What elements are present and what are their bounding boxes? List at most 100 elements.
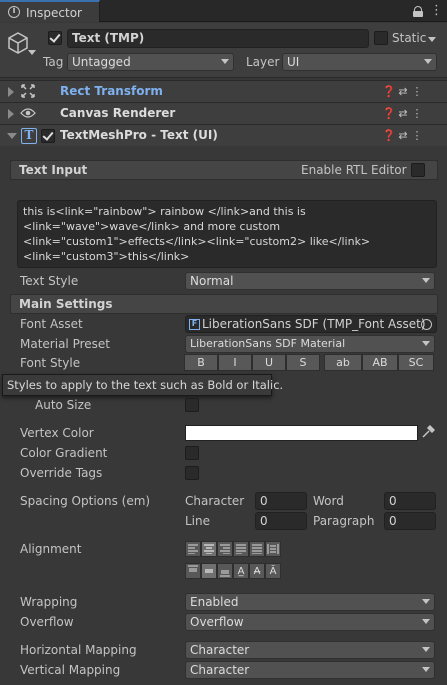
presets-icon[interactable]: ⇄: [396, 129, 410, 142]
uppercase-button[interactable]: AB: [362, 354, 398, 371]
font-asset-field[interactable]: F LiberationSans SDF (TMP_Font Asset): [185, 315, 437, 333]
align-flush-button[interactable]: [249, 541, 265, 557]
chevron-down-icon: [422, 341, 430, 346]
rect-transform-icon: [21, 84, 35, 98]
material-preset-value: LiberationSans SDF Material: [190, 337, 346, 350]
active-checkbox[interactable]: [48, 31, 62, 45]
tmp-icon: T: [21, 128, 37, 144]
rtl-label: Enable RTL Editor: [301, 163, 407, 177]
more-menu-icon[interactable]: ⋮: [430, 3, 443, 18]
canvas-renderer-title: Canvas Renderer: [60, 106, 176, 120]
align-middle-icon: [205, 569, 213, 573]
align-right-button[interactable]: [217, 541, 233, 557]
icon-dropdown-arrow[interactable]: [28, 50, 36, 55]
color-gradient-checkbox[interactable]: [185, 446, 199, 460]
horizontal-alignment-buttons: [185, 541, 281, 557]
tmp-title: TextMeshPro - Text (UI): [60, 128, 218, 142]
cube-icon: [8, 32, 28, 54]
tab-inspector[interactable]: i Inspector: [0, 0, 100, 22]
align-bottom-icon: [220, 570, 230, 577]
object-picker-icon[interactable]: [421, 319, 432, 330]
presets-icon[interactable]: ⇄: [396, 107, 410, 120]
material-preset-dropdown[interactable]: LiberationSans SDF Material: [185, 335, 435, 353]
eyedropper-icon[interactable]: [421, 425, 435, 439]
component-header-icons: ❓ ⇄ ⋮: [382, 84, 424, 98]
align-top-button[interactable]: [185, 563, 201, 579]
more-menu-icon[interactable]: ⋮: [410, 129, 424, 142]
component-header-icons: ❓ ⇄ ⋮: [382, 106, 424, 120]
override-tags-checkbox[interactable]: [185, 466, 199, 480]
align-bottom-button[interactable]: [217, 563, 233, 579]
static-dropdown-arrow[interactable]: [428, 37, 436, 42]
font-asset-label: Font Asset: [20, 317, 83, 331]
chevron-down-icon: [422, 599, 430, 604]
main-settings-section[interactable]: Main Settings: [10, 294, 438, 314]
tooltip: Styles to apply to the text such as Bold…: [2, 374, 283, 396]
layer-dropdown[interactable]: UI: [282, 53, 437, 71]
align-center-button[interactable]: [201, 541, 217, 557]
horizontal-mapping-label: Horizontal Mapping: [20, 643, 137, 657]
auto-size-label: Auto Size: [35, 398, 92, 412]
layer-value: UI: [287, 55, 300, 69]
line-spacing-input[interactable]: 0: [255, 512, 307, 530]
text-line: <link="custom3">this</link>: [23, 250, 190, 263]
align-middle-button[interactable]: [201, 563, 217, 579]
static-checkbox[interactable]: [374, 31, 388, 45]
material-preset-label: Material Preset: [20, 337, 110, 351]
wrapping-dropdown[interactable]: Enabled: [185, 593, 435, 611]
text-input-area[interactable]: this is<link="rainbow"> rainbow </link>a…: [17, 200, 437, 268]
text-style-value: Normal: [190, 274, 234, 288]
foldout-arrow[interactable]: [7, 133, 17, 139]
tmp-header[interactable]: T TextMeshPro - Text (UI) ❓ ⇄ ⋮: [0, 124, 447, 146]
underline-button[interactable]: U: [252, 354, 286, 371]
line-spacing-label: Line: [185, 514, 211, 528]
text-style-dropdown[interactable]: Normal: [185, 272, 435, 290]
align-midline-button[interactable]: A̶: [249, 563, 265, 579]
word-spacing-input[interactable]: 0: [384, 492, 436, 510]
vertical-mapping-dropdown[interactable]: Character: [185, 661, 435, 679]
rect-transform-header[interactable]: Rect Transform ❓ ⇄ ⋮: [0, 80, 447, 102]
smallcaps-button[interactable]: SC: [398, 354, 434, 371]
vertical-alignment-buttons: A̲ A̶ Ā: [185, 563, 281, 579]
gameobject-name-input[interactable]: Text (TMP): [67, 29, 369, 48]
help-icon[interactable]: ❓: [382, 85, 396, 98]
tab-label: Inspector: [26, 6, 82, 20]
text-input-section[interactable]: Text Input Enable RTL Editor: [10, 160, 438, 180]
tag-dropdown[interactable]: Untagged: [67, 53, 234, 71]
paragraph-spacing-input[interactable]: 0: [384, 512, 436, 530]
chevron-down-icon: [424, 59, 432, 64]
auto-size-checkbox[interactable]: [185, 398, 199, 412]
more-menu-icon[interactable]: ⋮: [410, 85, 424, 98]
character-spacing-input[interactable]: 0: [255, 492, 307, 510]
canvas-renderer-header[interactable]: Canvas Renderer ❓ ⇄ ⋮: [0, 102, 447, 124]
align-baseline-button[interactable]: A̲: [233, 563, 249, 579]
rtl-checkbox[interactable]: [411, 163, 425, 177]
align-geometry-button[interactable]: [265, 541, 281, 557]
lowercase-button[interactable]: ab: [324, 354, 362, 371]
bold-button[interactable]: B: [184, 354, 218, 371]
vertex-color-label: Vertex Color: [20, 426, 94, 440]
section-title: Text Input: [19, 163, 88, 177]
help-icon[interactable]: ❓: [382, 107, 396, 120]
align-right-icon: [220, 544, 230, 554]
italic-button[interactable]: I: [218, 354, 252, 371]
font-asset-icon: F: [189, 319, 200, 330]
help-icon[interactable]: ❓: [382, 129, 396, 142]
override-tags-label: Override Tags: [20, 466, 103, 480]
foldout-arrow[interactable]: [8, 87, 14, 97]
enabled-checkbox[interactable]: [41, 129, 55, 143]
align-left-button[interactable]: [185, 541, 201, 557]
overflow-dropdown[interactable]: Overflow: [185, 613, 435, 631]
align-justified-button[interactable]: [233, 541, 249, 557]
vertex-color-swatch[interactable]: [185, 425, 418, 441]
more-menu-icon[interactable]: ⋮: [410, 107, 424, 120]
alignment-label: Alignment: [20, 542, 82, 556]
foldout-arrow[interactable]: [8, 109, 14, 119]
spacing-label: Spacing Options (em): [20, 494, 151, 508]
horizontal-mapping-dropdown[interactable]: Character: [185, 641, 435, 659]
chevron-down-icon: [422, 647, 430, 652]
align-capline-button[interactable]: Ā: [265, 563, 281, 579]
tab-bar: i Inspector ⋮: [0, 0, 447, 22]
strikethrough-button[interactable]: S: [286, 354, 320, 371]
presets-icon[interactable]: ⇄: [396, 85, 410, 98]
